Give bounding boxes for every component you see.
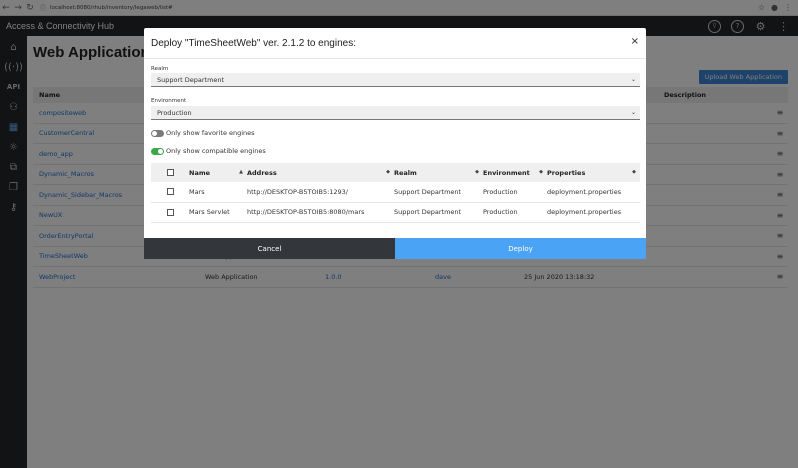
- sort-icon: ◆: [539, 168, 543, 175]
- engine-realm: Support Department: [394, 208, 462, 217]
- engine-properties: deployment.properties: [547, 208, 622, 217]
- modal-title: Deploy "TimeSheetWeb" ver. 2.1.2 to engi…: [151, 38, 356, 49]
- modal-footer: Cancel Deploy: [144, 238, 646, 259]
- column-header-realm[interactable]: Realm ◆: [394, 169, 483, 177]
- engine-name: Mars: [189, 187, 205, 196]
- chevron-down-icon: ⌄: [630, 109, 636, 116]
- engine-environment: Production: [483, 208, 518, 217]
- engine-checkbox[interactable]: [166, 208, 174, 216]
- environment-select-value: Production: [157, 108, 192, 117]
- column-header-address[interactable]: Address ◆: [247, 169, 394, 177]
- realm-label: Realm: [151, 66, 169, 72]
- engine-row: Mars Servlet http://DESKTOP-B5TOIB5:8080…: [151, 203, 640, 223]
- deploy-modal: Deploy "TimeSheetWeb" ver. 2.1.2 to engi…: [144, 28, 646, 259]
- cancel-button[interactable]: Cancel: [144, 238, 395, 259]
- engine-realm: Support Department: [394, 187, 462, 196]
- sort-icon: ◆: [632, 168, 636, 175]
- favorite-engines-toggle[interactable]: [151, 129, 164, 137]
- realm-select[interactable]: Support Department ⌄: [151, 73, 640, 87]
- engine-address: http://DESKTOP-B5TOIB5:8080/mars: [247, 208, 365, 217]
- engines-table: Name ▲ Address ◆ Realm ◆ Environment ◆ Prope…: [151, 163, 640, 223]
- sort-icon: ◆: [475, 168, 479, 175]
- environment-select[interactable]: Production ⌄: [151, 106, 640, 120]
- compatible-engines-toggle[interactable]: [151, 147, 164, 155]
- favorite-engines-toggle-row: Only show favorite engines: [151, 129, 255, 137]
- engine-address: http://DESKTOP-B5TOIB5:1293/: [247, 187, 349, 196]
- column-header-properties[interactable]: Properties ◆: [547, 169, 640, 177]
- sort-icon: ◆: [386, 168, 390, 175]
- engine-properties: deployment.properties: [547, 187, 622, 196]
- engine-name: Mars Servlet: [189, 208, 230, 217]
- engines-table-header: Name ▲ Address ◆ Realm ◆ Environment ◆ Prope…: [151, 163, 640, 182]
- engine-checkbox[interactable]: [166, 188, 174, 196]
- column-header-name[interactable]: Name ▲: [189, 169, 247, 177]
- sort-asc-icon: ▲: [239, 168, 243, 175]
- chevron-down-icon: ⌄: [630, 76, 636, 83]
- engine-row: Mars http://DESKTOP-B5TOIB5:1293/ Suppor…: [151, 182, 640, 203]
- compatible-engines-label: Only show compatible engines: [166, 147, 266, 155]
- column-header-environment[interactable]: Environment ◆: [483, 169, 547, 177]
- close-icon[interactable]: ×: [631, 36, 639, 47]
- select-all-checkbox[interactable]: [166, 169, 174, 176]
- environment-label: Environment: [151, 98, 187, 104]
- favorite-engines-label: Only show favorite engines: [166, 129, 255, 137]
- engine-environment: Production: [483, 187, 518, 196]
- deploy-button[interactable]: Deploy: [395, 238, 646, 259]
- modal-divider: [144, 58, 646, 59]
- realm-select-value: Support Department: [157, 75, 225, 84]
- compatible-engines-toggle-row: Only show compatible engines: [151, 147, 266, 155]
